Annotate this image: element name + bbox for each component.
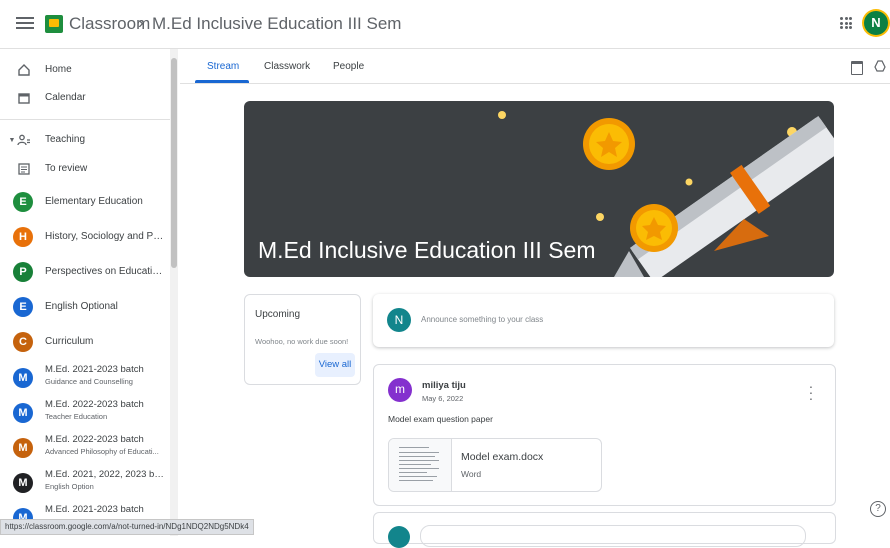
announce-placeholder[interactable]: Announce something to your class	[421, 315, 543, 324]
user-avatar: N	[387, 308, 411, 332]
banner-course-title[interactable]: M.Ed Inclusive Education III Sem	[258, 237, 596, 264]
stream-post	[373, 512, 836, 548]
view-all-button[interactable]: View all	[315, 353, 355, 377]
post-date: May 6, 2022	[422, 394, 464, 403]
active-tab-indicator	[195, 80, 249, 83]
tab-people[interactable]: People	[333, 61, 364, 72]
sidebar-item-label: To review	[45, 163, 88, 174]
class-section: Teacher Education	[45, 412, 108, 421]
calendar-icon	[16, 91, 32, 107]
stream-post: m miliya tiju May 6, 2022 · · · Model exam…	[373, 364, 836, 506]
tab-stream[interactable]: Stream	[207, 61, 239, 72]
announce-box[interactable]: N Announce something to your class	[373, 294, 834, 347]
upcoming-title: Upcoming	[255, 309, 301, 320]
to-review-icon	[16, 162, 32, 178]
class-avatar: E	[13, 192, 33, 212]
drive-folder-icon[interactable]	[874, 60, 886, 75]
attachment-type: Word	[461, 469, 482, 479]
sidebar-class-item[interactable]: E Elementary Education	[0, 187, 170, 219]
tab-classwork[interactable]: Classwork	[264, 61, 310, 72]
sidebar-class-item[interactable]: C Curriculum	[0, 327, 170, 359]
upcoming-card: Upcoming Woohoo, no work due soon! View …	[244, 294, 361, 385]
sidebar-item-to-review[interactable]: To review	[0, 156, 170, 184]
breadcrumb-chevron-icon: ›	[138, 13, 144, 32]
sidebar-class-item[interactable]: M M.Ed. 2022-2023 batch Advanced Philoso…	[0, 431, 170, 463]
sidebar-divider	[0, 119, 170, 120]
teaching-icon	[16, 133, 32, 149]
more-options-icon[interactable]: · · ·	[806, 379, 816, 405]
sidebar-item-label: Calendar	[45, 92, 86, 103]
sidebar-class-item[interactable]: M M.Ed. 2021-2023 batch Guidance and Cou…	[0, 361, 170, 393]
top-app-bar: Classroom › M.Ed Inclusive Education III…	[0, 0, 890, 49]
home-icon	[16, 63, 32, 79]
class-section: Guidance and Counselling	[45, 377, 133, 386]
sidebar-class-item[interactable]: M M.Ed. 2022-2023 batch Teacher Educatio…	[0, 396, 170, 428]
help-icon[interactable]: ?	[870, 501, 886, 517]
class-avatar: C	[13, 332, 33, 352]
account-avatar[interactable]: N	[864, 11, 888, 35]
calendar-icon[interactable]	[851, 61, 863, 75]
class-name: M.Ed. 2022-2023 batch	[45, 434, 144, 445]
sidebar-scroll-thumb[interactable]	[171, 58, 177, 268]
upcoming-empty-text: Woohoo, no work due soon!	[255, 337, 349, 346]
class-section: English Option	[45, 482, 94, 491]
status-bar-url: https://classroom.google.com/a/not-turne…	[0, 519, 254, 535]
sidebar: Home Calendar ▼ Teaching To review E Ele…	[0, 49, 180, 536]
sidebar-class-item[interactable]: E English Optional	[0, 292, 170, 324]
class-name: English Optional	[45, 301, 118, 312]
post-message: Model exam question paper	[388, 414, 493, 424]
sidebar-item-home[interactable]: Home	[0, 57, 170, 85]
class-avatar: M	[13, 473, 33, 493]
class-avatar: M	[13, 438, 33, 458]
author-avatar: m	[388, 378, 412, 402]
sidebar-class-item[interactable]: H History, Sociology and Poli...	[0, 222, 170, 254]
class-avatar: M	[13, 368, 33, 388]
class-name: History, Sociology and Poli...	[45, 231, 165, 242]
sidebar-class-item[interactable]: M M.Ed. 2021, 2022, 2023 bat... English …	[0, 466, 170, 498]
class-name: M.Ed. 2021, 2022, 2023 bat...	[45, 469, 167, 480]
class-name: M.Ed. 2022-2023 batch	[45, 399, 144, 410]
comment-box[interactable]	[420, 525, 806, 547]
class-section: Advanced Philosophy of Educati...	[45, 447, 159, 456]
class-avatar: P	[13, 262, 33, 282]
post-author: miliya tiju	[422, 380, 466, 391]
sidebar-class-item[interactable]: P Perspectives on Education...	[0, 257, 170, 289]
attachment-name: Model exam.docx	[461, 451, 544, 463]
class-name: Perspectives on Education...	[45, 266, 165, 277]
class-name: Curriculum	[45, 336, 94, 347]
classroom-logo-icon[interactable]	[45, 15, 63, 33]
class-name: M.Ed. 2021-2023 batch	[45, 364, 144, 375]
author-avatar	[388, 526, 410, 548]
sidebar-item-teaching[interactable]: ▼ Teaching	[0, 127, 170, 155]
post-attachment[interactable]: Model exam.docx Word	[388, 438, 602, 492]
class-avatar: E	[13, 297, 33, 317]
class-avatar: H	[13, 227, 33, 247]
course-tabs: Stream Classwork People	[180, 49, 890, 84]
class-name: M.Ed. 2021-2023 batch	[45, 504, 144, 515]
breadcrumb-course-title: M.Ed Inclusive Education III Sem	[152, 14, 402, 33]
class-name: Elementary Education	[45, 196, 143, 207]
sidebar-item-label: Home	[45, 64, 72, 75]
class-avatar: M	[13, 403, 33, 423]
document-thumbnail	[389, 439, 452, 491]
sidebar-item-label: Teaching	[45, 134, 86, 145]
google-apps-icon[interactable]	[840, 17, 852, 29]
sidebar-item-calendar[interactable]: Calendar	[0, 85, 170, 113]
main-menu-icon[interactable]	[16, 14, 34, 32]
course-banner: M.Ed Inclusive Education III Sem	[244, 101, 834, 277]
